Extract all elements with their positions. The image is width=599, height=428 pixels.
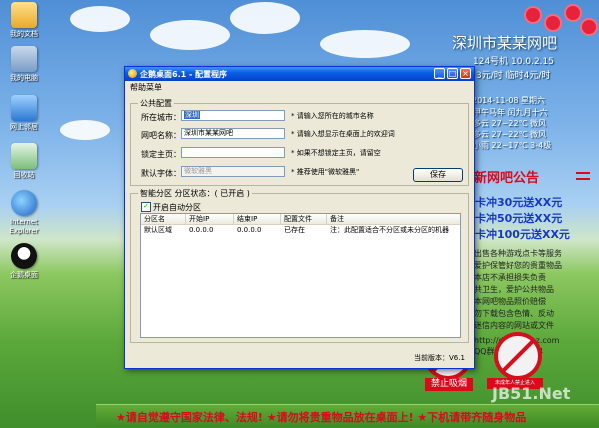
footer-text: ★请自觉遵守国家法律、法规! ★请勿将贵重物品放在桌面上! ★下机请带齐随身物品 (116, 411, 527, 424)
weather-today: 多云 27~22℃ 微风 (473, 119, 547, 128)
font-hint: * 推荐使用"微软雅黑" (291, 168, 360, 176)
close-button[interactable]: × (460, 68, 471, 79)
table-cell: 已存在 (284, 226, 305, 234)
notice-rule: 勿下载包含色情、反动 (474, 309, 554, 318)
table-cell: 0.0.0.0 (237, 226, 262, 234)
notice-rule: 出售各种游戏点卡等服务 (474, 249, 562, 258)
font-input[interactable]: 微软雅黑 (181, 166, 285, 177)
column-header[interactable]: 分区名 (141, 214, 186, 224)
desktop-icon-internet-explorer[interactable]: Internet Explorer (3, 190, 45, 236)
notice-rule: 本店不承担损失负责 (474, 273, 546, 282)
cafe-name: 深圳市某某网吧 (452, 34, 558, 52)
notice-rule: 本网吧物品照价赔偿 (474, 297, 546, 306)
zone-table: 分区名 开始IP 结束IP 配置文件 备注 默认区域 0.0.0.0 0.0.0… (140, 213, 461, 338)
auto-zone-checkbox[interactable]: ✓ (141, 202, 151, 212)
machine-info: 124号机 10.0.2.15 (473, 57, 554, 67)
network-icon (11, 95, 37, 121)
promo-item: 卡冲100元送XX元 (475, 228, 570, 241)
city-hint: * 请输入您所在的城市名称 (291, 112, 374, 120)
desktop-icon-penguin-desktop[interactable]: 企鹅桌面 (3, 243, 45, 280)
column-header[interactable]: 开始IP (186, 214, 234, 224)
cloud (230, 2, 300, 34)
column-header[interactable]: 结束IP (234, 214, 281, 224)
notice-title: 新网吧公告 (474, 171, 540, 186)
notice-rule: 迷信内容的网站或文件 (474, 321, 554, 330)
cloud (320, 30, 410, 58)
penguin-icon (11, 243, 37, 269)
watermark: JB51.Net (492, 384, 571, 403)
save-button[interactable]: 保存 (413, 168, 463, 182)
notice-title-decoration (576, 172, 590, 180)
date-line: 2014-11-08 星期六 (472, 96, 546, 105)
cafe-name-label: 网吧名称： (141, 131, 181, 140)
no-smoking-label: 禁止吸烟 (425, 378, 473, 391)
cafe-name-input[interactable]: 深圳市某某网吧 (181, 128, 285, 139)
cloud (150, 20, 230, 50)
lunar-date: 甲午马年 闰九月十六 (473, 108, 548, 117)
notice-rule: 爱护保管好您的贵重物品 (474, 261, 562, 270)
font-label: 默认字体： (141, 169, 181, 178)
auto-zone-label: 开启自动分区 (153, 203, 201, 212)
zone-config-legend: 智能分区 分区状态：( 已开启 ) (138, 188, 252, 199)
table-cell: 注：此配置适合不分区或未分区的机器 (330, 226, 449, 234)
app-icon (128, 69, 137, 78)
weather-day-after: 小雨 22~17℃ 3-4级 (473, 141, 552, 150)
internet-explorer-icon (11, 190, 37, 216)
desktop: 我的文档 我的电脑 网上邻居 回收站 Internet Explorer 企鹅桌… (0, 0, 599, 428)
table-cell: 默认区域 (144, 226, 172, 234)
cafe-name-hint: * 请输入想显示在桌面上的欢迎词 (291, 130, 395, 138)
desktop-icon-network[interactable]: 网上邻居 (3, 95, 45, 132)
minimize-button[interactable]: _ (434, 68, 445, 79)
table-cell: 0.0.0.0 (189, 226, 214, 234)
computer-icon (11, 46, 37, 72)
table-header: 分区名 开始IP 结束IP 配置文件 备注 (141, 214, 460, 225)
menu-help[interactable]: 帮助菜单 (130, 82, 162, 93)
column-header[interactable]: 备注 (327, 214, 460, 224)
homepage-label: 锁定主页： (141, 150, 181, 159)
notice-rule: 共卫生，爱护公共物品 (474, 285, 554, 294)
folder-icon (11, 2, 37, 28)
menu-bar: 帮助菜单 (125, 81, 474, 93)
config-window: 企鹅桌面6.1 - 配置程序 _ □ × 帮助菜单 公共配置 所在城市： 深圳 … (124, 66, 475, 369)
recycle-bin-icon (11, 143, 37, 169)
column-header[interactable]: 配置文件 (281, 214, 327, 224)
city-label: 所在城市： (141, 113, 181, 122)
homepage-hint: * 如果不想锁定主页，请留空 (291, 149, 381, 157)
desktop-icon-recycle-bin[interactable]: 回收站 (3, 143, 45, 180)
promo-item: 卡冲50元送XX元 (475, 212, 563, 225)
window-title: 企鹅桌面6.1 - 配置程序 (140, 70, 228, 79)
desktop-icon-my-computer[interactable]: 我的电脑 (3, 46, 45, 83)
public-config-legend: 公共配置 (138, 98, 174, 109)
footer-marquee: ★请自觉遵守国家法律、法规! ★请勿将贵重物品放在桌面上! ★下机请带齐随身物品 (96, 404, 599, 427)
city-input[interactable]: 深圳 (181, 110, 285, 121)
price-info: 3元/时 临时4元/时 (476, 71, 551, 81)
weather-tomorrow: 多云 27~22℃ 微风 (473, 130, 547, 139)
maximize-button[interactable]: □ (447, 68, 458, 79)
cloud (60, 120, 110, 140)
homepage-input[interactable] (181, 147, 285, 158)
desktop-icon-my-documents[interactable]: 我的文档 (3, 2, 45, 39)
no-minors-sign-icon (494, 332, 542, 380)
version-label: 当前版本：V6.1 (414, 354, 465, 362)
title-bar[interactable]: 企鹅桌面6.1 - 配置程序 _ □ × (125, 67, 474, 81)
promo-item: 卡冲30元送XX元 (475, 196, 563, 209)
cloud (70, 6, 130, 32)
